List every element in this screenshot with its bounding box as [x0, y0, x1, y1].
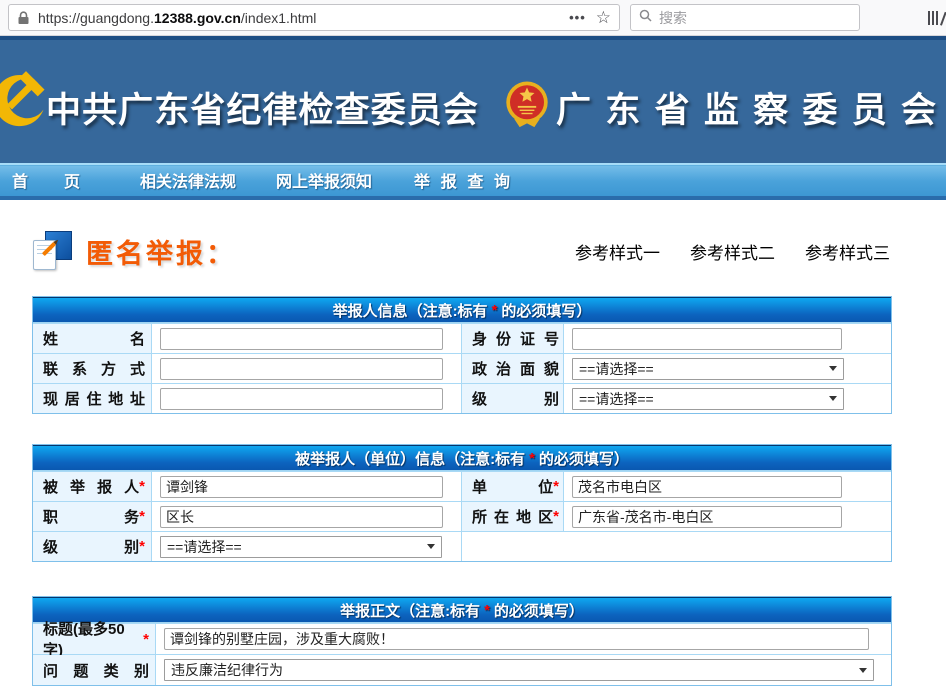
contact-input[interactable] — [160, 358, 443, 380]
nav-item-home[interactable]: 首页 — [12, 168, 80, 192]
party-org-title: 中共广东省纪律检查委员会 — [46, 82, 478, 133]
issue-category-label: 问题类别 — [43, 660, 149, 681]
chevron-down-icon — [829, 366, 837, 371]
table-row: 现居住地址 级别 ==请选择== — [33, 383, 891, 413]
ref-style-1-link[interactable]: 参考样式一 — [575, 239, 660, 264]
ref-style-3-link[interactable]: 参考样式三 — [805, 239, 890, 264]
accused-name-label: 被举报人 — [43, 476, 139, 497]
chevron-down-icon — [427, 544, 435, 549]
empty-cell — [461, 532, 891, 561]
browser-window: https://guangdong.12388.gov.cn/index1.ht… — [0, 0, 946, 688]
name-input[interactable] — [160, 328, 443, 350]
table-row: 联系方式 政治面貌 ==请选择== — [33, 353, 891, 383]
table-row: 被举报人* 单位* — [33, 471, 891, 501]
accused-info-header: 被举报人（单位）信息（注意:标有*的必须填写） — [33, 445, 891, 471]
nav-item-notice[interactable]: 网上举报须知 — [276, 168, 372, 192]
accused-level-select[interactable]: ==请选择== — [160, 536, 442, 558]
report-title-label: 标题(最多50字) — [43, 618, 143, 660]
bookmark-star-icon[interactable]: ☆ — [596, 9, 611, 26]
chevron-down-icon — [829, 396, 837, 401]
magnifier-icon — [639, 9, 652, 27]
browser-toolbar: https://guangdong.12388.gov.cn/index1.ht… — [0, 0, 946, 36]
reporter-level-label: 级别 — [472, 388, 559, 409]
reporter-level-select[interactable]: ==请选择== — [572, 388, 844, 410]
page-title: 匿名举报： — [86, 232, 236, 271]
search-placeholder: 搜索 — [659, 8, 687, 28]
residence-input[interactable] — [160, 388, 443, 410]
accused-region-input[interactable] — [572, 506, 842, 528]
residence-label: 现居住地址 — [43, 388, 145, 409]
report-title-input[interactable] — [164, 628, 869, 650]
ref-style-2-link[interactable]: 参考样式二 — [690, 239, 775, 264]
chevron-down-icon — [859, 668, 867, 673]
accused-level-label: 级别 — [43, 536, 139, 557]
table-row: 标题(最多50字)* — [33, 623, 891, 654]
table-row: 姓名 身份证号 — [33, 323, 891, 353]
reporter-info-table: 举报人信息（注意:标有*的必须填写） 姓名 身份证号 联系方式 政治面貌 ==请… — [32, 296, 892, 414]
table-row: 问题类别 违反廉洁纪律行为 — [33, 654, 891, 685]
report-body-header: 举报正文（注意:标有*的必须填写） — [33, 597, 891, 623]
accused-region-label: 所在地区 — [472, 506, 553, 527]
supervision-org-title: 广东省监察委员会 — [556, 82, 936, 133]
library-icon[interactable] — [928, 9, 944, 25]
id-number-input[interactable] — [572, 328, 842, 350]
political-status-select[interactable]: ==请选择== — [572, 358, 844, 380]
accused-name-input[interactable] — [160, 476, 443, 498]
lock-icon[interactable] — [17, 11, 30, 25]
nav-item-query[interactable]: 举报查询 — [414, 168, 510, 192]
accused-position-label: 职务 — [43, 506, 139, 527]
accused-info-table: 被举报人（单位）信息（注意:标有*的必须填写） 被举报人* 单位* 职务* 所在… — [32, 444, 892, 562]
issue-category-select[interactable]: 违反廉洁纪律行为 — [164, 659, 874, 681]
national-emblem-icon — [504, 80, 550, 135]
url-text: https://guangdong.12388.gov.cn/index1.ht… — [38, 10, 316, 26]
nav-bottom-divider — [0, 196, 946, 200]
report-body-table: 举报正文（注意:标有*的必须填写） 标题(最多50字)* 问题类别 违反廉洁纪律… — [32, 596, 892, 686]
address-bar[interactable]: https://guangdong.12388.gov.cn/index1.ht… — [8, 4, 620, 31]
table-row: 级别* ==请选择== — [33, 531, 891, 561]
reporter-info-header: 举报人信息（注意:标有*的必须填写） — [33, 297, 891, 323]
accused-position-input[interactable] — [160, 506, 443, 528]
party-emblem-icon — [0, 70, 48, 139]
main-nav: 首页 相关法律法规 网上举报须知 举报查询 — [0, 163, 946, 196]
accused-unit-input[interactable] — [572, 476, 842, 498]
political-status-label: 政治面貌 — [472, 358, 559, 379]
report-document-icon — [32, 230, 74, 272]
nav-item-laws[interactable]: 相关法律法规 — [140, 168, 236, 192]
contact-label: 联系方式 — [43, 358, 145, 379]
table-row: 职务* 所在地区* — [33, 501, 891, 531]
page-actions-icon[interactable]: ••• — [569, 10, 586, 25]
id-number-label: 身份证号 — [472, 328, 559, 349]
accused-unit-label: 单位 — [472, 476, 553, 497]
site-banner: 中共广东省纪律检查委员会 广东省监察委员会 — [0, 36, 946, 163]
name-label: 姓名 — [43, 328, 145, 349]
search-input[interactable]: 搜索 — [630, 4, 860, 31]
